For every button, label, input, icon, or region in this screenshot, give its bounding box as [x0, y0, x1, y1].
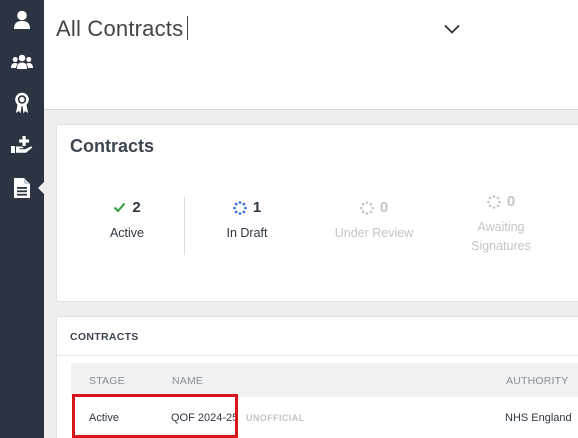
- stat-in-draft-value: 1: [252, 199, 262, 216]
- spinner-icon: [487, 194, 501, 209]
- divider: [57, 355, 578, 356]
- users-icon: [11, 54, 33, 69]
- sidebar-item-services[interactable]: [0, 128, 44, 162]
- page-header: All Contracts: [44, 0, 578, 110]
- row-authority: NHS England: [505, 412, 572, 424]
- stat-in-draft[interactable]: 1 In Draft: [177, 199, 317, 243]
- column-header-authority[interactable]: AUTHORITY: [506, 375, 568, 387]
- page-title: All Contracts: [56, 16, 189, 42]
- stat-awaiting-signatures-value: 0: [506, 193, 516, 210]
- stat-under-review[interactable]: 0 Under Review: [304, 199, 444, 243]
- chevron-down-icon: [444, 24, 460, 34]
- column-header-stage[interactable]: STAGE: [89, 375, 125, 387]
- stat-awaiting-signatures-label: Awaiting Signatures: [471, 220, 531, 253]
- stat-active-value: 2: [132, 199, 141, 216]
- column-header-name[interactable]: NAME: [172, 375, 203, 387]
- hand-plus-icon: [11, 136, 33, 153]
- stat-under-review-value: 0: [379, 199, 389, 216]
- check-icon: [114, 202, 126, 213]
- contracts-list-heading: CONTRACTS: [70, 331, 139, 343]
- sidebar-item-awards[interactable]: [0, 86, 44, 120]
- unofficial-badge: UNOFFICIAL: [246, 413, 305, 423]
- user-icon: [14, 10, 30, 29]
- summary-card-title: Contracts: [70, 136, 155, 156]
- contracts-summary-card: Contracts 2 Active 1 In Draft 0 Under Re…: [56, 124, 578, 302]
- spinner-icon: [360, 200, 374, 215]
- active-indicator: [38, 182, 44, 194]
- document-icon: [14, 178, 30, 198]
- table-row[interactable]: Active QOF 2024-25 UNOFFICIAL NHS Englan…: [71, 397, 578, 438]
- sidebar-item-profile[interactable]: [0, 3, 44, 37]
- contracts-list-card: CONTRACTS STAGE NAME AUTHORITY Active QO…: [56, 316, 578, 438]
- sidebar-item-team[interactable]: [0, 45, 44, 79]
- spinner-icon: [233, 200, 247, 215]
- table-header: STAGE NAME AUTHORITY: [71, 363, 578, 397]
- title-separator: [187, 16, 189, 40]
- award-icon: [15, 92, 29, 114]
- stat-in-draft-label: In Draft: [226, 226, 268, 240]
- header-dropdown-toggle[interactable]: [442, 20, 462, 38]
- row-stage: Active: [89, 412, 119, 424]
- stat-awaiting-signatures[interactable]: 0 Awaiting Signatures: [431, 193, 571, 256]
- row-contract-name[interactable]: QOF 2024-25: [171, 412, 238, 424]
- page-title-text: All Contracts: [56, 16, 184, 41]
- stat-active-label: Active: [109, 226, 145, 240]
- sidebar: [0, 0, 44, 438]
- stat-under-review-label: Under Review: [334, 226, 414, 240]
- stat-active[interactable]: 2 Active: [57, 199, 197, 243]
